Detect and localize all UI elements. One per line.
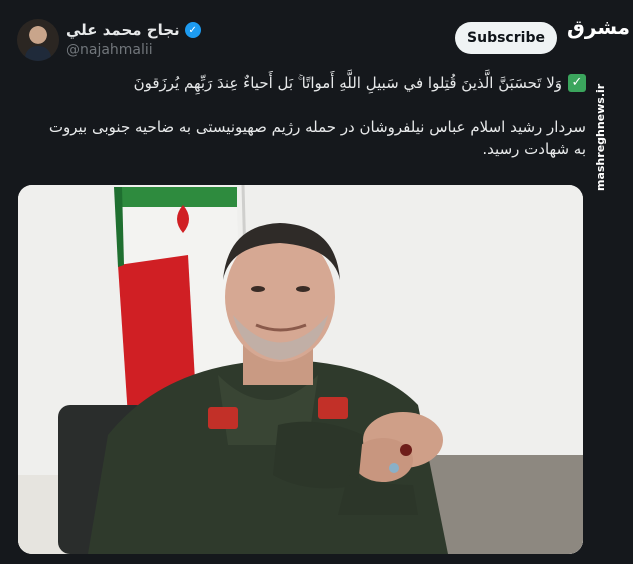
tweet-card: نجاح محمد علي ✓ @najahmalii Subscribe مش… bbox=[0, 0, 633, 564]
user-info: نجاح محمد علي ✓ @najahmalii bbox=[66, 20, 226, 58]
persian-paragraph: سردار رشید اسلام عباس نیلفروشان در حمله … bbox=[48, 118, 586, 158]
quote-line: وَلا تَحسَبَنَّ الَّذينَ قُتِلوا في سَبي… bbox=[133, 74, 562, 92]
tweet-text: ✓ وَلا تَحسَبَنَّ الَّذينَ قُتِلوا في سَ… bbox=[40, 72, 586, 160]
check-mark-icon: ✓ bbox=[568, 74, 586, 92]
quote-line-row: ✓ وَلا تَحسَبَنَّ الَّذينَ قُتِلوا في سَ… bbox=[40, 72, 586, 94]
photo-illustration bbox=[18, 185, 583, 554]
avatar[interactable] bbox=[17, 19, 59, 61]
watermark-logo: مشرق bbox=[567, 15, 631, 39]
author-name-row[interactable]: نجاح محمد علي ✓ bbox=[66, 20, 226, 40]
author-handle[interactable]: @najahmalii bbox=[66, 42, 226, 58]
tweet-photo[interactable] bbox=[18, 185, 583, 554]
watermark-site-url: mashreghnews.ir bbox=[594, 83, 607, 191]
verified-badge-icon: ✓ bbox=[184, 22, 201, 38]
author-display-name[interactable]: نجاح محمد علي bbox=[66, 21, 180, 39]
subscribe-button[interactable]: Subscribe bbox=[455, 22, 557, 54]
